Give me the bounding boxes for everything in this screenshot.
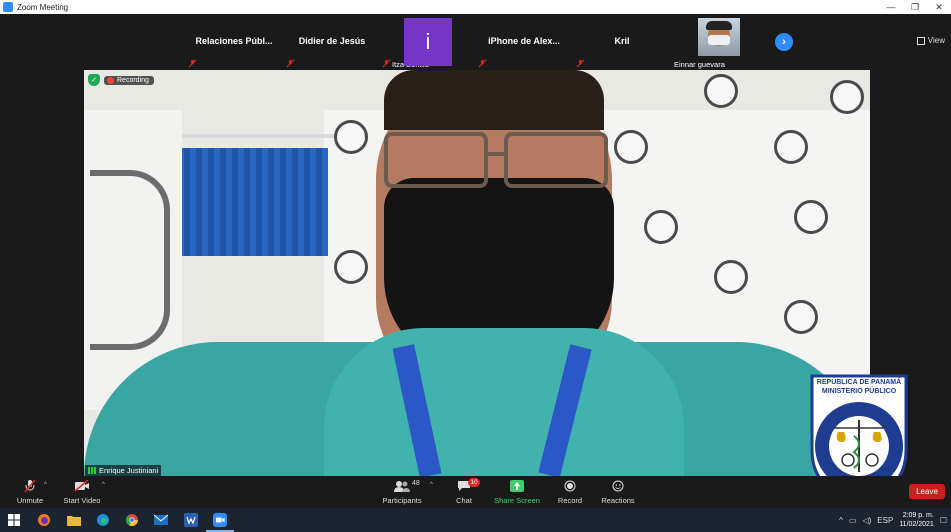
clock-time: 2:09 p. m.: [902, 512, 934, 519]
start-video-button[interactable]: Start Video ^: [52, 478, 112, 505]
active-speaker-video: [84, 70, 870, 476]
edge-browser-icon[interactable]: [95, 512, 111, 528]
seal-caption-line: MINISTERIO PÚBLICO: [821, 388, 897, 395]
audio-options-caret-icon[interactable]: ^: [44, 482, 47, 488]
participant-name: Didier de Jesús: [298, 36, 366, 46]
video-options-caret-icon[interactable]: ^: [102, 482, 105, 488]
leave-button[interactable]: Leave: [909, 484, 945, 499]
chat-label: Chat: [456, 496, 472, 505]
window-blinds: [172, 148, 328, 256]
start-video-label: Start Video: [63, 496, 101, 505]
participants-icon: [394, 481, 410, 492]
unmute-label: Unmute: [16, 496, 44, 505]
windows-start-icon[interactable]: [6, 512, 22, 528]
muted-mic-icon: [382, 59, 391, 68]
volume-icon[interactable]: ◁): [862, 516, 871, 525]
reactions-button[interactable]: Reactions: [588, 478, 648, 505]
grid-view-icon: [916, 36, 925, 45]
encryption-shield-icon[interactable]: ✓: [88, 74, 100, 86]
firefox-icon[interactable]: [36, 512, 52, 528]
close-button[interactable]: ✕: [927, 0, 951, 14]
window-title: Zoom Meeting: [17, 2, 69, 12]
outlook-icon[interactable]: [153, 512, 169, 528]
clock-date: 11/02/2021: [899, 521, 934, 528]
backdrop-logo-icon: [714, 260, 748, 294]
share-screen-label: Share Screen: [494, 496, 540, 505]
windows-taskbar: ^ ▭ ◁) ESP 2:09 p. m. 11/02/2021 ☐: [0, 508, 951, 532]
network-icon[interactable]: ▭: [849, 516, 857, 525]
participant-video-thumbnail: [698, 18, 740, 56]
chrome-icon[interactable]: [124, 512, 140, 528]
unmute-button[interactable]: Unmute ^: [0, 478, 60, 505]
next-page-arrow-icon[interactable]: ›: [775, 33, 793, 51]
view-button[interactable]: View: [916, 36, 945, 45]
participant-tile[interactable]: Relaciones Públ...: [186, 18, 282, 70]
participant-avatar: i: [404, 18, 452, 66]
participant-strip: Relaciones Públ... Didier de Jesús Itza …: [0, 14, 951, 70]
speaker-name-tag: Enrique Justiniani: [85, 465, 162, 476]
backdrop-logo-icon: [830, 80, 864, 114]
participant-tile[interactable]: Kril: [574, 18, 670, 70]
participant-name: iPhone de Alex...: [488, 36, 560, 46]
participant-name: Einnar guevara: [674, 60, 725, 69]
backdrop-logo-icon: [334, 250, 368, 284]
muted-mic-icon: [478, 59, 487, 68]
seal-caption: REPÚBLICA DE PANAMÁ MINISTERIO PÚBLICO: [812, 378, 906, 396]
file-explorer-icon[interactable]: [66, 512, 82, 528]
maximize-button[interactable]: ❐: [903, 0, 927, 14]
participants-label: Participants: [382, 496, 422, 505]
meeting-toolbar: Unmute ^ Start Video ^ 48 Participants ^…: [0, 476, 951, 508]
muted-mic-icon: [286, 59, 295, 68]
notifications-icon[interactable]: ☐: [940, 516, 947, 525]
record-label: Record: [557, 496, 583, 505]
backdrop-logo-icon: [794, 200, 828, 234]
participant-tile[interactable]: iPhone de Alex...: [476, 18, 572, 70]
participant-tile[interactable]: Didier de Jesús: [284, 18, 380, 70]
share-screen-icon: [510, 480, 524, 492]
title-bar: Zoom Meeting — ❐ ✕: [0, 0, 951, 14]
keyboard-language[interactable]: ESP: [877, 516, 893, 525]
backdrop-logo-icon: [704, 74, 738, 108]
backdrop-logo-icon: [334, 120, 368, 154]
backdrop-logo-icon: [784, 300, 818, 334]
participants-caret-icon[interactable]: ^: [430, 482, 433, 488]
minimize-button[interactable]: —: [879, 0, 903, 14]
muted-mic-icon: [188, 59, 197, 68]
participant-name: Kril: [614, 36, 630, 46]
view-label: View: [927, 36, 945, 45]
system-clock[interactable]: 2:09 p. m. 11/02/2021: [899, 511, 934, 529]
backdrop-logo-icon: [644, 210, 678, 244]
record-icon: [564, 480, 576, 492]
participants-button[interactable]: 48 Participants ^: [372, 478, 432, 505]
system-tray: ^ ▭ ◁) ESP 2:09 p. m. 11/02/2021 ☐: [839, 508, 947, 532]
zoom-taskbar-icon[interactable]: [212, 512, 228, 528]
video-off-icon: [74, 480, 89, 492]
reactions-label: Reactions: [601, 496, 635, 505]
tray-overflow-caret-icon[interactable]: ^: [839, 516, 843, 525]
chat-button[interactable]: 10 Chat: [434, 478, 494, 505]
recording-label: Recording: [117, 76, 149, 84]
muted-mic-icon: [24, 479, 36, 493]
recording-dot-icon: [107, 76, 114, 84]
seal-caption-line: REPÚBLICA DE PANAMÁ: [816, 379, 902, 386]
backdrop-logo-icon: [774, 130, 808, 164]
backdrop-logo-icon: [614, 130, 648, 164]
smiley-plus-icon: [612, 480, 624, 492]
chat-unread-badge: 10: [468, 478, 480, 487]
muted-mic-icon: [576, 59, 585, 68]
participants-count: 48: [412, 480, 420, 487]
speaker-name: Enrique Justiniani: [99, 466, 159, 475]
recording-indicator[interactable]: ✓ Recording: [88, 74, 154, 86]
share-screen-button[interactable]: Share Screen: [487, 478, 547, 505]
word-icon[interactable]: [183, 512, 199, 528]
participant-name: Relaciones Públ...: [195, 36, 273, 46]
zoom-app-icon: [3, 2, 13, 12]
signal-bars-icon: [88, 467, 96, 474]
